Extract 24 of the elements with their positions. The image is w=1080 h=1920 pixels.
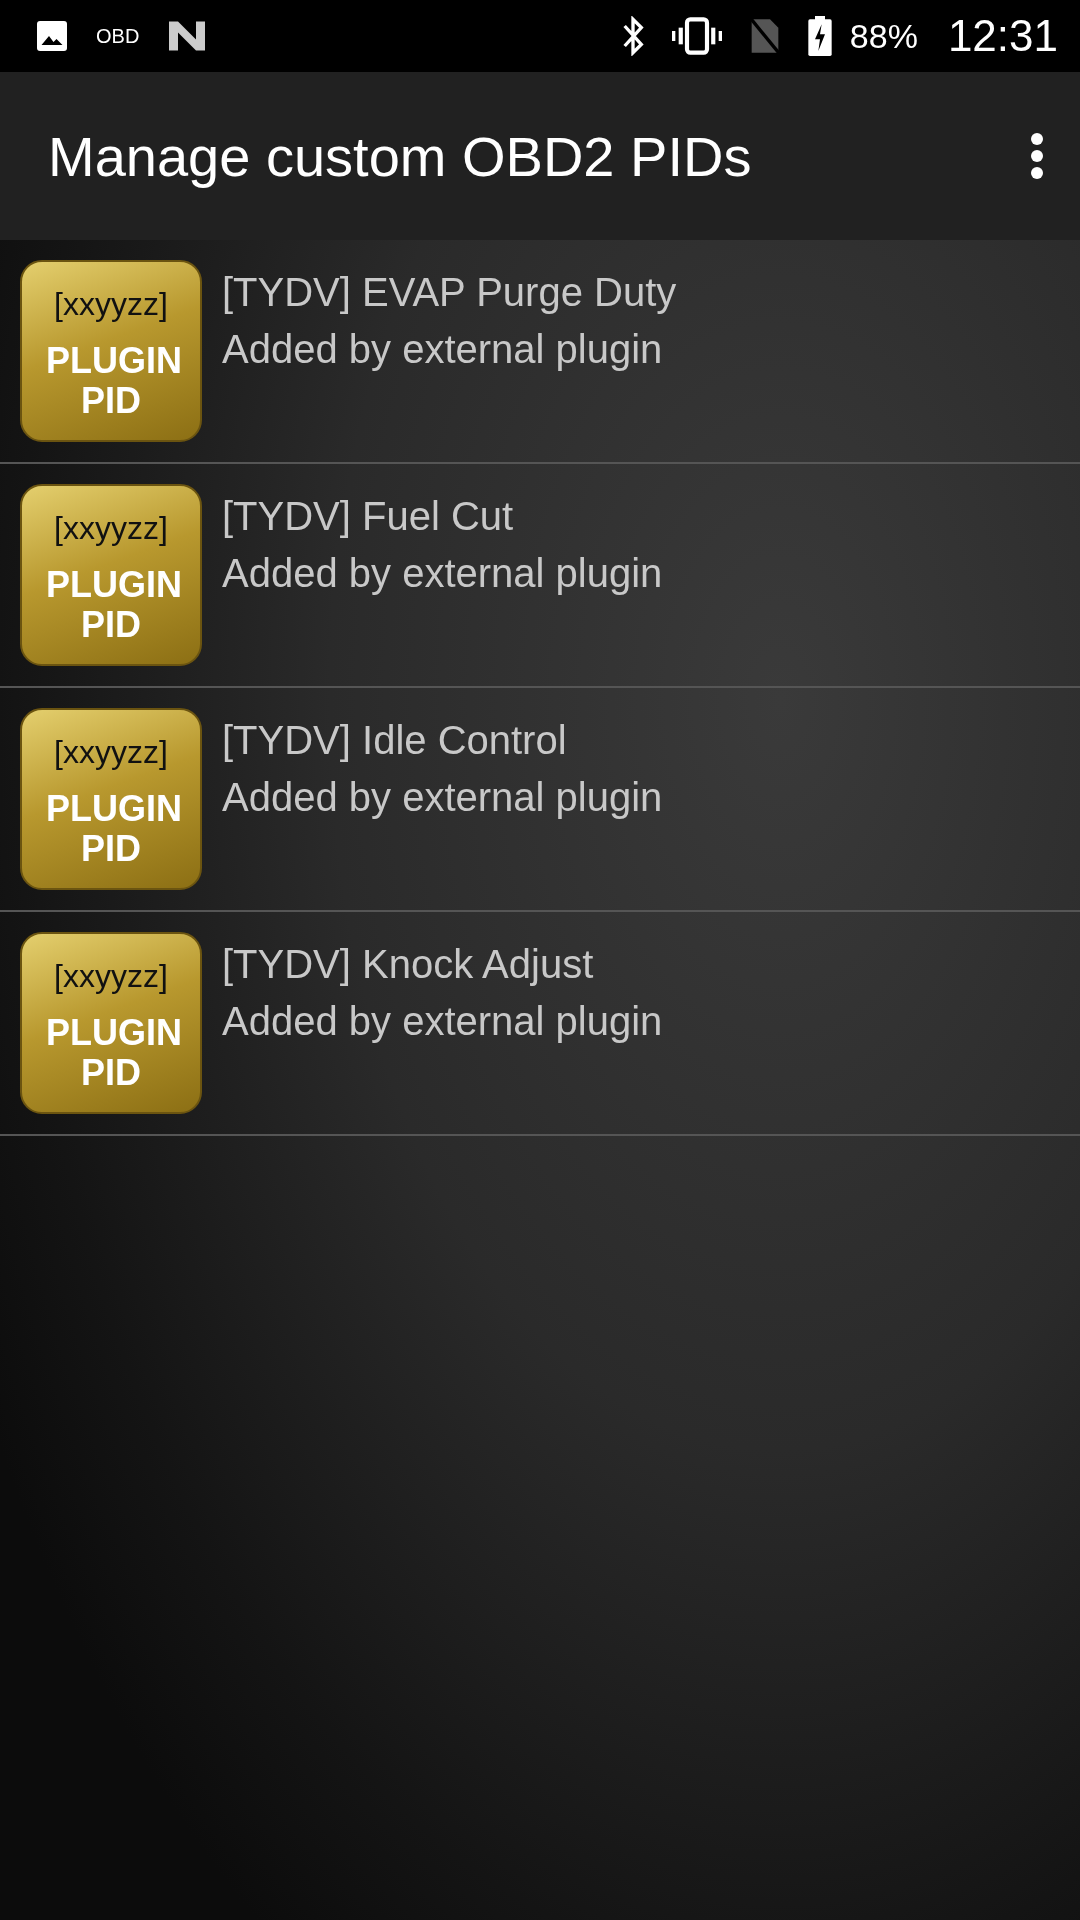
badge-code: [xxyyzz] <box>54 958 168 995</box>
badge-code: [xxyyzz] <box>54 286 168 323</box>
badge-code: [xxyyzz] <box>54 734 168 771</box>
pid-source: Added by external plugin <box>222 998 663 1045</box>
badge-code: [xxyyzz] <box>54 510 168 547</box>
notification-label: OBD <box>96 24 140 48</box>
vibrate-icon <box>671 16 722 56</box>
pid-name: [TYDV] Knock Adjust <box>222 941 595 988</box>
battery-charging-icon <box>807 16 832 56</box>
pid-source: Added by external plugin <box>222 774 663 821</box>
pid-list-item[interactable]: [xxyyzz] PLUGIN PID [TYDV] Knock Adjust Added by external plugin <box>0 912 1080 1136</box>
screen-title: Manage custom OBD2 PIDs <box>48 123 753 189</box>
pid-name: [TYDV] Idle Control <box>222 717 568 764</box>
battery-percent: 88% <box>849 16 918 56</box>
pid-name: [TYDV] EVAP Purge Duty <box>222 269 677 316</box>
image-icon <box>34 18 70 54</box>
clock: 12:31 <box>947 11 1058 61</box>
pid-source: Added by external plugin <box>222 326 664 373</box>
pid-list-item[interactable]: [xxyyzz] PLUGIN PID [TYDV] Fuel Cut Added by external plugin <box>0 464 1080 688</box>
pid-source: Added by external plugin <box>222 550 663 597</box>
pid-name: [TYDV] Fuel Cut <box>222 493 515 540</box>
pid-list-item[interactable]: [xxyyzz] PLUGIN PID [TYDV] Idle Control Added by external plugin <box>0 688 1080 912</box>
more-vertical-icon <box>1030 132 1044 180</box>
pid-list-item[interactable]: [xxyyzz] PLUGIN PID [TYDV] EVAP Purge Duty Added by external plugin <box>0 240 1080 464</box>
